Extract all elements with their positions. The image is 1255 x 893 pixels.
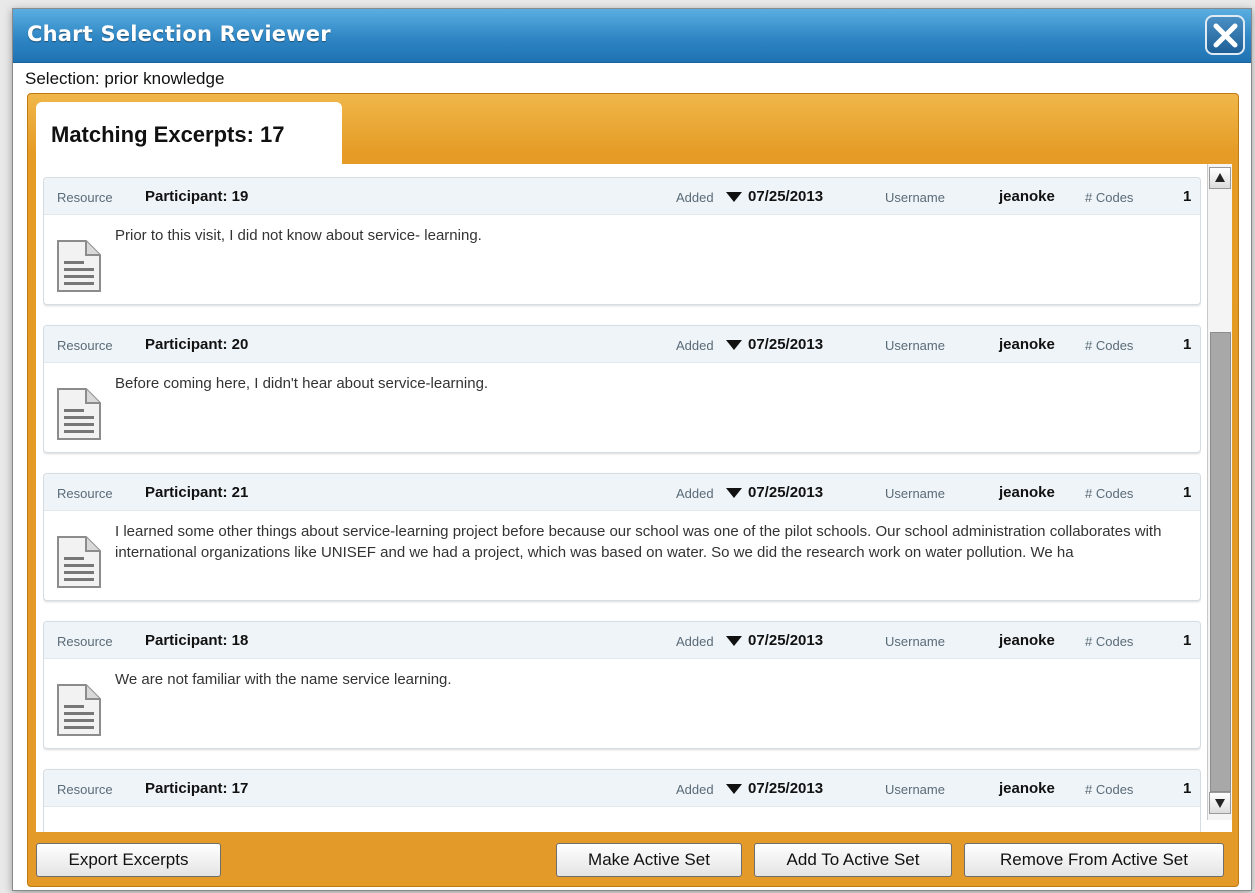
codes-label: # Codes xyxy=(1085,782,1134,797)
resource-label: Resource xyxy=(57,486,113,501)
username-value: jeanoke xyxy=(999,632,1055,649)
resource-value: Participant: 17 xyxy=(145,780,249,797)
dialog-title: Chart Selection Reviewer xyxy=(27,22,331,46)
document-icon[interactable] xyxy=(56,535,102,594)
sort-down-icon[interactable] xyxy=(726,192,742,202)
document-icon[interactable] xyxy=(56,387,102,446)
codes-value: 1 xyxy=(1183,632,1192,649)
document-icon[interactable] xyxy=(56,683,102,742)
resource-label: Resource xyxy=(57,634,113,649)
sort-down-icon[interactable] xyxy=(726,636,742,646)
excerpts-content: Resource Participant: 19 Added 07/25/2013 Us… xyxy=(36,164,1232,832)
excerpt-list[interactable]: Resource Participant: 19 Added 07/25/2013 Us… xyxy=(43,177,1201,832)
document-icon[interactable] xyxy=(56,831,102,832)
excerpt-header: Resource Participant: 18 Added 07/25/2013 Us… xyxy=(44,622,1200,659)
vertical-scrollbar[interactable] xyxy=(1207,164,1232,820)
excerpt-text: Prior to this visit, I did not know abou… xyxy=(115,227,482,244)
selection-label: Selection: prior knowledge xyxy=(25,69,225,88)
close-button[interactable] xyxy=(1205,15,1245,55)
excerpts-panel: Matching Excerpts: 17 Resource Participan… xyxy=(27,93,1239,887)
codes-value: 1 xyxy=(1183,336,1192,353)
scroll-thumb[interactable] xyxy=(1210,332,1231,792)
scroll-down-arrow-icon xyxy=(1215,799,1225,808)
make-active-set-button[interactable]: Make Active Set xyxy=(556,843,742,877)
close-x-icon xyxy=(1213,23,1238,48)
added-date: 07/25/2013 xyxy=(748,188,824,205)
added-date: 07/25/2013 xyxy=(748,484,824,501)
added-label: Added xyxy=(676,486,714,501)
export-excerpts-button[interactable]: Export Excerpts xyxy=(36,843,221,877)
added-label: Added xyxy=(676,782,714,797)
username-label: Username xyxy=(885,338,945,353)
username-value: jeanoke xyxy=(999,336,1055,353)
resource-label: Resource xyxy=(57,782,113,797)
add-to-active-set-button[interactable]: Add To Active Set xyxy=(754,843,952,877)
tab-matching-excerpts[interactable]: Matching Excerpts: 17 xyxy=(36,102,342,164)
resource-value: Participant: 18 xyxy=(145,632,249,649)
excerpt-header: Resource Participant: 21 Added 07/25/2013 Us… xyxy=(44,474,1200,511)
scroll-up-arrow-icon xyxy=(1215,173,1225,182)
tab-label: Matching Excerpts: 17 xyxy=(51,122,285,147)
resource-label: Resource xyxy=(57,338,113,353)
username-value: jeanoke xyxy=(999,188,1055,205)
excerpt-text: I learned some other things about servic… xyxy=(115,523,1162,561)
excerpt-text: We are not familiar with the name servic… xyxy=(115,671,452,688)
dialog-titlebar: Chart Selection Reviewer xyxy=(13,9,1251,63)
added-date: 07/25/2013 xyxy=(748,780,824,797)
excerpt-header: Resource Participant: 19 Added 07/25/2013 Us… xyxy=(44,178,1200,215)
resource-value: Participant: 20 xyxy=(145,336,249,353)
excerpt-header: Resource Participant: 17 Added 07/25/2013 Us… xyxy=(44,770,1200,807)
codes-value: 1 xyxy=(1183,484,1192,501)
username-value: jeanoke xyxy=(999,484,1055,501)
sort-down-icon[interactable] xyxy=(726,784,742,794)
added-label: Added xyxy=(676,634,714,649)
codes-value: 1 xyxy=(1183,780,1192,797)
username-label: Username xyxy=(885,190,945,205)
scroll-down-button[interactable] xyxy=(1209,792,1231,814)
excerpt-item[interactable]: Resource Participant: 21 Added 07/25/2013 Us… xyxy=(43,473,1201,601)
codes-label: # Codes xyxy=(1085,634,1134,649)
excerpt-item[interactable]: Resource Participant: 20 Added 07/25/2013 Us… xyxy=(43,325,1201,453)
codes-value: 1 xyxy=(1183,188,1192,205)
sort-down-icon[interactable] xyxy=(726,488,742,498)
added-date: 07/25/2013 xyxy=(748,632,824,649)
document-icon[interactable] xyxy=(56,239,102,298)
resource-value: Participant: 21 xyxy=(145,484,249,501)
codes-label: # Codes xyxy=(1085,486,1134,501)
excerpt-header: Resource Participant: 20 Added 07/25/2013 Us… xyxy=(44,326,1200,363)
added-date: 07/25/2013 xyxy=(748,336,824,353)
remove-from-active-set-button[interactable]: Remove From Active Set xyxy=(964,843,1224,877)
username-label: Username xyxy=(885,782,945,797)
resource-value: Participant: 19 xyxy=(145,188,249,205)
username-label: Username xyxy=(885,486,945,501)
excerpt-text: Before coming here, I didn't hear about … xyxy=(115,375,489,392)
excerpt-item[interactable]: Resource Participant: 17 Added 07/25/2013 Us… xyxy=(43,769,1201,832)
resource-label: Resource xyxy=(57,190,113,205)
username-value: jeanoke xyxy=(999,780,1055,797)
sort-down-icon[interactable] xyxy=(726,340,742,350)
username-label: Username xyxy=(885,634,945,649)
scroll-up-button[interactable] xyxy=(1209,167,1231,189)
excerpt-item[interactable]: Resource Participant: 19 Added 07/25/2013 Us… xyxy=(43,177,1201,305)
excerpt-item[interactable]: Resource Participant: 18 Added 07/25/2013 Us… xyxy=(43,621,1201,749)
codes-label: # Codes xyxy=(1085,190,1134,205)
codes-label: # Codes xyxy=(1085,338,1134,353)
added-label: Added xyxy=(676,190,714,205)
added-label: Added xyxy=(676,338,714,353)
chart-selection-reviewer-dialog: Chart Selection Reviewer Selection: prio… xyxy=(12,8,1252,891)
